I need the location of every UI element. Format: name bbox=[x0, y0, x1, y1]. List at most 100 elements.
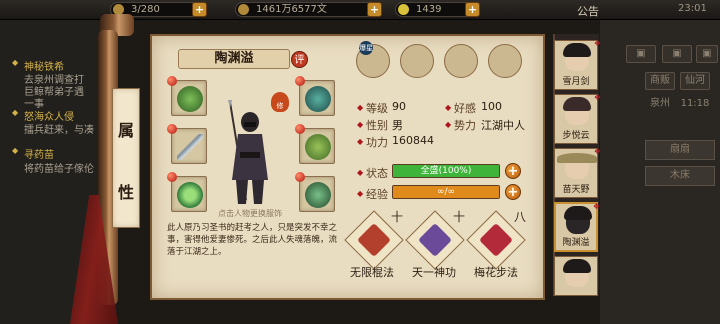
hair bbox=[564, 206, 592, 220]
skill-book-icon bbox=[479, 223, 513, 257]
favorite-mark: ❖ bbox=[593, 147, 601, 156]
city-time: 11:18 bbox=[680, 98, 710, 109]
roster-name: 苗天野 bbox=[562, 185, 590, 195]
coin-icon bbox=[238, 4, 249, 15]
right-top-icon[interactable]: ▣ bbox=[626, 45, 656, 63]
roster-card-selected[interactable]: ❖ 陶渊溢 bbox=[554, 202, 600, 252]
location-strip[interactable]: 扇扇 bbox=[645, 140, 715, 160]
bracer-icon bbox=[177, 86, 203, 112]
diamond-icon: ◆ bbox=[357, 189, 364, 198]
skill-level: 十 bbox=[453, 210, 466, 224]
gold-value: 1439 bbox=[416, 4, 442, 15]
add-coins-button[interactable]: + bbox=[367, 2, 382, 17]
force-label: 势力 bbox=[454, 119, 476, 132]
location-strip[interactable]: 木床 bbox=[645, 166, 715, 186]
hero-figure[interactable] bbox=[220, 100, 280, 208]
coins-value: 1461万6577文 bbox=[256, 4, 327, 15]
river-button[interactable]: 仙河 bbox=[680, 72, 710, 90]
roster-name: 陶渊溢 bbox=[562, 238, 590, 248]
equip-slot-5[interactable] bbox=[295, 124, 335, 164]
stamina-value: 3/280 bbox=[131, 4, 160, 15]
roster-card[interactable]: ❖ 苗天野 bbox=[554, 147, 601, 198]
helmet-icon bbox=[305, 86, 331, 112]
coins-display: 1461万6577文 + bbox=[235, 2, 382, 17]
favorite-mark: ❖ bbox=[593, 93, 601, 102]
gem-icon bbox=[295, 76, 305, 86]
status-bar: 全盛(100%) bbox=[392, 164, 500, 178]
equip-slot-6[interactable] bbox=[295, 172, 335, 212]
level-value: 90 bbox=[392, 100, 406, 113]
skill-name: 梅花步法 bbox=[474, 266, 518, 279]
attributes-tab[interactable]: 属 性 bbox=[112, 88, 140, 228]
treasure-icon[interactable]: 爆星 bbox=[356, 41, 390, 78]
merchant-button[interactable]: 商贩 bbox=[645, 72, 675, 90]
notice-button[interactable]: 公告 bbox=[577, 3, 599, 19]
diamond-icon: ◆ bbox=[445, 103, 452, 112]
add-exp-button[interactable]: + bbox=[505, 184, 521, 200]
skill-book-icon bbox=[418, 223, 452, 257]
equip-slot-3[interactable] bbox=[167, 172, 207, 212]
gem-icon bbox=[295, 172, 305, 182]
skill-name: 无限棍法 bbox=[350, 266, 394, 279]
gold-icon bbox=[398, 4, 409, 15]
hair bbox=[563, 43, 591, 57]
diamond-icon: ◆ bbox=[357, 137, 364, 146]
right-top-icon[interactable]: ▣ bbox=[662, 45, 692, 63]
boots-icon bbox=[305, 182, 331, 208]
force-value: 江湖中人 bbox=[481, 119, 525, 132]
roster-name: 雪月剑 bbox=[562, 77, 590, 87]
evaluate-button[interactable]: 评 bbox=[291, 51, 308, 68]
hair bbox=[563, 97, 591, 111]
roster-name: 步悦云 bbox=[562, 131, 590, 141]
hair bbox=[563, 259, 591, 273]
dart-icon bbox=[177, 134, 203, 160]
change-outfit-hint: 点击人物更换服饰 bbox=[218, 209, 282, 218]
skill-level: 十 bbox=[391, 210, 404, 224]
favorite-mark: ❖ bbox=[592, 202, 600, 211]
exp-label: 经验 bbox=[366, 188, 388, 201]
skill-book-icon bbox=[357, 223, 391, 257]
roster-card[interactable]: ❖ 步悦云 bbox=[554, 93, 601, 144]
favor-value: 100 bbox=[481, 100, 502, 113]
taiji-icon[interactable] bbox=[444, 44, 478, 78]
chest-icon[interactable] bbox=[400, 44, 434, 78]
favorite-mark: ❖ bbox=[593, 39, 601, 48]
diamond-icon: ◆ bbox=[357, 103, 364, 112]
diamond-icon: ◆ bbox=[445, 120, 452, 129]
hero-description: 此人原乃习圣书的赶考之人，只是突发不幸之事，害得他爱妻惨死。之后此人失魂落魄，流… bbox=[167, 223, 338, 257]
level-label: 等级 bbox=[366, 102, 388, 115]
power-label: 功力 bbox=[366, 136, 388, 149]
diamond-icon: ◆ bbox=[357, 168, 364, 177]
city-label: 泉州 bbox=[650, 98, 670, 109]
attributes-tab-char: 属 bbox=[117, 121, 134, 140]
roster-card[interactable] bbox=[554, 256, 598, 296]
exp-bar: ∞/∞ bbox=[392, 185, 500, 199]
restore-status-button[interactable]: + bbox=[505, 163, 521, 179]
equip-slot-4[interactable] bbox=[295, 76, 335, 116]
armor-icon bbox=[305, 134, 331, 160]
straw-hat bbox=[557, 153, 597, 163]
gem-icon bbox=[167, 124, 177, 134]
add-gold-button[interactable]: + bbox=[465, 2, 480, 17]
clock: 23:01 bbox=[678, 3, 707, 14]
equip-slot-2[interactable] bbox=[167, 124, 207, 164]
quest-title[interactable]: 寻药苗 bbox=[12, 146, 54, 161]
gender-label: 性别 bbox=[366, 119, 388, 132]
ring-icon bbox=[177, 182, 203, 208]
quest-line: 擂兵赶来，与凑 bbox=[24, 125, 94, 136]
right-top-icon[interactable]: ▣ bbox=[696, 45, 718, 63]
gem-icon bbox=[167, 172, 177, 182]
add-stamina-button[interactable]: + bbox=[192, 2, 207, 17]
attributes-tab-char: 性 bbox=[117, 183, 134, 202]
gem-icon bbox=[167, 76, 177, 86]
treasure-badge: 爆星 bbox=[359, 41, 373, 55]
roster-card[interactable]: ❖ 雪月剑 bbox=[554, 39, 601, 90]
diamond-icon: ◆ bbox=[357, 120, 364, 129]
equip-slot-1[interactable] bbox=[167, 76, 207, 116]
status-label: 状态 bbox=[366, 167, 388, 180]
power-value: 160844 bbox=[392, 134, 434, 147]
gem-icon bbox=[295, 124, 305, 134]
exp-value: ∞/∞ bbox=[436, 187, 456, 197]
gold-display: 1439 + bbox=[395, 2, 480, 17]
meridian-icon[interactable] bbox=[488, 44, 522, 78]
